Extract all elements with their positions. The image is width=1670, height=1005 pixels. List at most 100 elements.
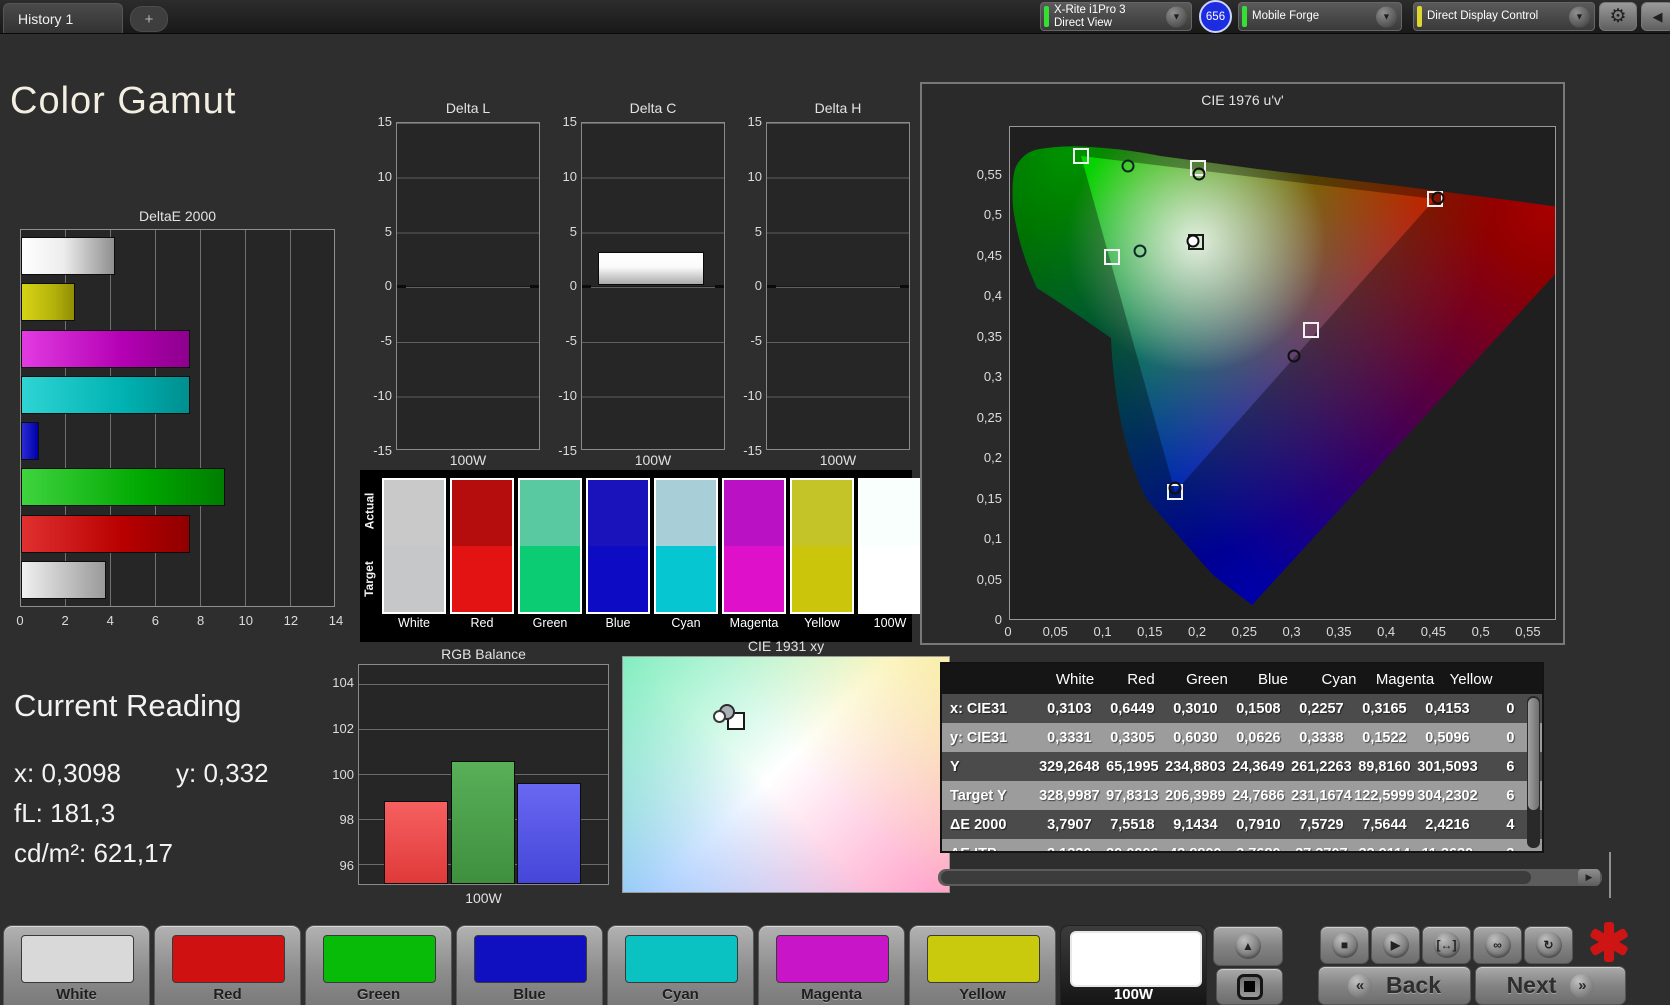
axis-tick-label: 0,4 <box>983 288 1002 304</box>
patch-swatch <box>323 935 436 983</box>
control-label: Direct Display Control <box>1427 10 1539 22</box>
patch-button-cyan[interactable]: Cyan <box>607 925 754 1005</box>
table-cell: 0,6449 <box>1110 700 1155 717</box>
table-vertical-scrollbar[interactable] <box>1527 696 1540 848</box>
zero-tick <box>530 285 539 288</box>
patch-label: White <box>56 986 97 1003</box>
axis-tick-label: 6 <box>151 613 160 628</box>
table-cell: 122,5999 <box>1354 787 1415 804</box>
current-reading-title: Current Reading <box>14 688 242 723</box>
delta-h-plot <box>766 122 910 450</box>
color-swatch <box>382 478 446 614</box>
table-cell: 231,1674 <box>1291 787 1352 804</box>
column-header: White <box>1055 670 1095 688</box>
actual-color <box>860 480 920 546</box>
measured-marker <box>1186 234 1200 248</box>
scroll-right-button[interactable]: ▶ <box>1578 869 1600 886</box>
scrollbar-thumb[interactable] <box>1528 698 1539 810</box>
bar-magenta <box>21 329 191 368</box>
actual-color <box>588 480 648 546</box>
settings-button[interactable]: ⚙ <box>1599 2 1637 31</box>
table-cell: 3,7680 <box>1227 846 1290 852</box>
delta-l-y-axis: 15 10 5 0 -5 -10 -15 <box>354 114 392 458</box>
source-label: Mobile Forge <box>1252 10 1320 22</box>
axis-tick-label: 0 <box>384 278 392 294</box>
refresh-button[interactable]: ↻ <box>1524 926 1573 964</box>
table-row: ΔE 2000 3,7907 7,5518 9,1434 0,7910 7,5729 7,… <box>942 810 1542 839</box>
gear-icon: ⚙ <box>1609 6 1627 27</box>
next-button[interactable]: Next » <box>1475 966 1626 1005</box>
target-color <box>860 546 920 612</box>
square-icon <box>1236 973 1263 1000</box>
swatch-label: Yellow <box>804 616 840 630</box>
patch-swatch <box>927 935 1040 983</box>
patch-button-100w[interactable]: 100W <box>1060 925 1207 1005</box>
table-header: White Red Green Blue Cyan Magenta Yellow <box>942 664 1542 694</box>
chevron-down-icon: ▼ <box>1166 6 1187 27</box>
column-header: Red <box>1127 670 1155 688</box>
stop-button[interactable]: ■ <box>1320 926 1369 964</box>
table-cell: 261,2263 <box>1291 758 1352 775</box>
calibration-app-window: History 1 + X-Rite i1Pro 3 Direct View ▼… <box>0 0 1670 1005</box>
measured-marker <box>1192 167 1206 181</box>
zero-tick <box>767 285 776 288</box>
axis-tick-label: 0,3 <box>983 369 1002 385</box>
table-cell: 304,2302 <box>1417 787 1478 804</box>
patch-button-green[interactable]: Green <box>305 925 452 1005</box>
pattern-window-button[interactable] <box>1216 968 1283 1005</box>
back-button[interactable]: « Back <box>1318 966 1471 1005</box>
back-chevron-icon: « <box>1348 973 1372 998</box>
deltae2000-chart-title: DeltaE 2000 <box>138 208 217 224</box>
patch-button-magenta[interactable]: Magenta <box>758 925 905 1005</box>
axis-tick-label: 0,25 <box>1231 624 1257 639</box>
swatch-label: 100W <box>873 616 907 630</box>
zero-tick <box>900 285 909 288</box>
zero-line <box>767 286 909 287</box>
patch-button-yellow[interactable]: Yellow <box>909 925 1056 1005</box>
table-cell: 11,3630 <box>1416 846 1479 852</box>
display-control-dropdown[interactable]: Direct Display Control ▼ <box>1413 2 1595 31</box>
rgb-bar-green <box>451 761 515 884</box>
table-cell: 89,8160 <box>1358 758 1411 775</box>
tab-history-1[interactable]: History 1 <box>3 3 123 33</box>
source-dropdown[interactable]: Mobile Forge ▼ <box>1238 2 1402 31</box>
expand-up-button[interactable]: ▲ <box>1213 926 1283 966</box>
patch-label: 100W <box>1113 986 1154 1003</box>
actual-color <box>656 480 716 546</box>
zero-line <box>397 286 539 287</box>
continuous-button[interactable]: ∞ <box>1473 926 1522 964</box>
delta-c-plot <box>581 122 725 450</box>
bar-100w <box>21 237 115 276</box>
measured-marker <box>1168 481 1182 495</box>
delta-c-bar <box>598 252 704 285</box>
patch-button-white[interactable]: White <box>3 925 150 1005</box>
axis-tick-label: 10 <box>562 168 577 184</box>
meter-dropdown[interactable]: X-Rite i1Pro 3 Direct View ▼ <box>1040 2 1192 31</box>
axis-tick-label: 5 <box>569 223 577 239</box>
next-label: Next <box>1506 972 1557 998</box>
table-cell: 0,3305 <box>1110 729 1155 746</box>
axis-tick-label: 0,55 <box>1515 624 1541 639</box>
patch-label: Yellow <box>959 986 1006 1003</box>
column-header: Blue <box>1257 670 1289 688</box>
color-swatch <box>858 478 922 614</box>
add-tab-button[interactable]: + <box>130 6 168 32</box>
measurement-table: White Red Green Blue Cyan Magenta Yellow x: CI… <box>940 662 1544 853</box>
table-cell: 0,1522 <box>1362 729 1407 746</box>
table-cell: 301,5093 <box>1417 758 1478 775</box>
patch-button-red[interactable]: Red <box>154 925 301 1005</box>
patch-button-blue[interactable]: Blue <box>456 925 603 1005</box>
transport-icon: [↔] <box>1436 938 1457 952</box>
axis-tick-label: 102 <box>332 720 354 736</box>
play-button[interactable]: ▶ <box>1371 926 1420 964</box>
table-cell: 9,1434 <box>1173 816 1218 833</box>
horizontal-scrollbar-thumb[interactable] <box>941 871 1531 884</box>
collapse-panel-button[interactable]: ◀ <box>1641 2 1670 31</box>
target-marker <box>1303 322 1319 338</box>
interval-button[interactable]: [↔] <box>1422 926 1471 964</box>
axis-tick-label: 0,45 <box>1420 624 1447 639</box>
swatch-label: Green <box>532 616 568 630</box>
table-cell: 0,3338 <box>1299 729 1344 746</box>
rgb-balance-y-axis: 104 102 100 98 96 <box>322 675 354 873</box>
table-cell: 7,5518 <box>1110 816 1155 833</box>
